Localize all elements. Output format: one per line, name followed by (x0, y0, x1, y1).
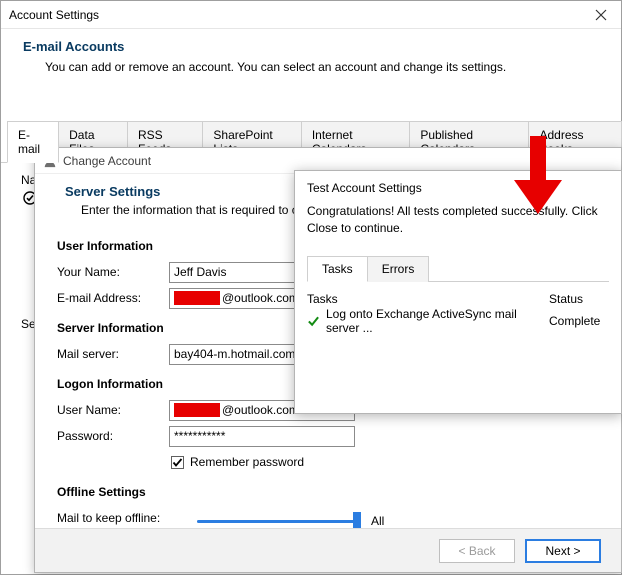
account-settings-heading: E-mail Accounts (23, 39, 599, 54)
label-user-name: User Name: (57, 403, 169, 417)
tab-label: Tasks (322, 262, 353, 276)
col-header-status: Status (549, 292, 609, 306)
close-icon (595, 9, 607, 21)
next-button[interactable]: Next > (525, 539, 601, 563)
account-settings-header: E-mail Accounts You can add or remove an… (1, 29, 621, 92)
task-name: Log onto Exchange ActiveSync mail server… (326, 307, 549, 335)
test-account-settings-window: Test Account Settings Congratulations! A… (294, 170, 622, 414)
change-account-footer: < Back Next > (35, 528, 621, 572)
remember-password-checkbox[interactable]: Remember password (171, 455, 599, 469)
tasks-table: Tasks Status Log onto Exchange ActiveSyn… (307, 288, 609, 332)
value-password: *********** (174, 429, 225, 443)
close-button[interactable] (581, 1, 621, 29)
account-settings-title: Account Settings (1, 8, 99, 22)
test-account-settings-title: Test Account Settings (295, 171, 621, 203)
test-tabs: Tasks Errors (307, 255, 609, 282)
col-header-tasks: Tasks (307, 292, 549, 306)
label-email: E-mail Address: (57, 291, 169, 305)
back-button-label: < Back (458, 544, 495, 558)
remember-password-label: Remember password (190, 455, 304, 469)
tab-email[interactable]: E-mail (7, 121, 59, 163)
account-settings-titlebar: Account Settings (1, 1, 621, 29)
input-password[interactable]: *********** (169, 426, 355, 447)
back-button[interactable]: < Back (439, 539, 515, 563)
next-button-label: Next > (545, 544, 580, 558)
tab-errors[interactable]: Errors (367, 256, 430, 282)
change-account-title: Change Account (63, 154, 151, 168)
label-password: Password: (57, 429, 169, 443)
task-row: Log onto Exchange ActiveSync mail server… (307, 310, 609, 332)
value-email-suffix: @outlook.com (222, 291, 299, 305)
tab-tasks[interactable]: Tasks (307, 256, 368, 282)
checkmark-icon (307, 314, 320, 328)
value-user-name-suffix: @outlook.com (222, 403, 299, 417)
tab-label: Errors (382, 262, 415, 276)
label-mail-server: Mail server: (57, 347, 169, 361)
task-status: Complete (549, 314, 609, 328)
label-your-name: Your Name: (57, 265, 169, 279)
tab-label: E-mail (18, 128, 40, 156)
value-your-name: Jeff Davis (174, 265, 226, 279)
test-account-settings-message: Congratulations! All tests completed suc… (295, 203, 621, 249)
redacted-block (174, 291, 220, 305)
value-mail-server: bay404-m.hotmail.com (174, 347, 295, 361)
label-mail-offline: Mail to keep offline: (57, 511, 197, 525)
account-settings-subtitle: You can add or remove an account. You ca… (23, 60, 599, 74)
redacted-block (174, 403, 220, 417)
section-offline: Offline Settings (57, 485, 599, 499)
checkbox-icon (171, 456, 184, 469)
offline-slider-value: All (371, 514, 384, 528)
